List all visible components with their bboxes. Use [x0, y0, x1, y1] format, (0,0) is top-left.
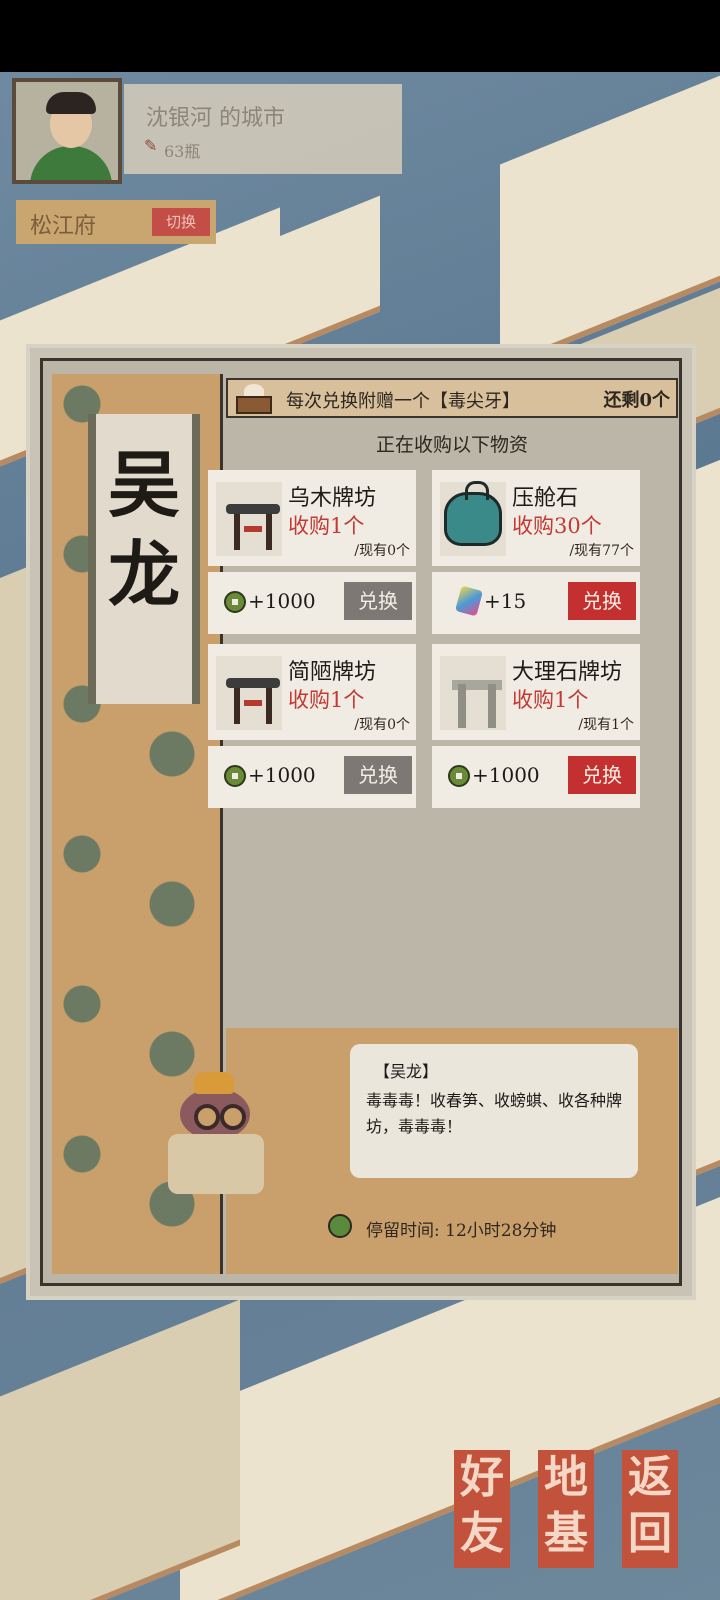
region-bar: 松江府 切换 [16, 200, 216, 244]
item-have: /现有0个 [354, 543, 410, 559]
stay-duration: 12小时28分钟 [445, 1221, 557, 1241]
bonus-text: 每次兑换附赠一个【毒尖牙】 [286, 391, 520, 412]
gem-icon [455, 585, 483, 617]
speaker-name: 【吴龙】 [374, 1062, 439, 1081]
speech-text: 毒毒毒！收春笋、收螃蜞、收各种牌坊，毒毒毒！ [366, 1091, 623, 1136]
player-card[interactable]: 沈银河 的城市 ✎ 63瓶 [12, 78, 402, 184]
simple-archway-icon [216, 656, 282, 730]
ballast-stone-icon [440, 481, 506, 556]
item-need: 收购1个 [512, 688, 589, 712]
item-have: /现有0个 [354, 717, 410, 733]
bonus-header: 每次兑换附赠一个【毒尖牙】 还剩0个 [226, 378, 678, 418]
region-name: 松江府 [30, 214, 97, 239]
fang-chest-icon [234, 382, 274, 414]
merchant-name-banner: 吴龙 [88, 414, 200, 704]
trade-card: 大理石牌坊 收购1个 /现有1个 +1000 兑换 [432, 644, 640, 808]
reward-amount: +1000 [472, 763, 540, 787]
resource-count: 63瓶 [164, 142, 201, 161]
copper-coin-icon [224, 591, 246, 613]
copper-coin-icon [224, 765, 246, 787]
item-name: 简陋牌坊 [288, 660, 377, 685]
bonus-remaining: 还剩0个 [603, 390, 670, 411]
ebony-archway-icon [216, 482, 282, 556]
reward-amount: +1000 [248, 763, 316, 787]
exchange-button[interactable]: 兑换 [568, 582, 636, 620]
marble-archway-icon [440, 656, 506, 730]
speech-bubble: 【吴龙】 毒毒毒！收春笋、收螃蜞、收各种牌坊，毒毒毒！ [350, 1044, 638, 1178]
merchant-panel: 吴龙 每次兑换附赠一个【毒尖牙】 还剩0个 正在收购以下物资 乌木牌坊 收购1个… [30, 348, 692, 1296]
item-have: /现有77个 [569, 543, 634, 559]
reward-amount: +15 [484, 589, 527, 613]
trade-card: 压舱石 收购30个 /现有77个 +15 兑换 [432, 470, 640, 634]
exchange-button[interactable]: 兑换 [344, 582, 412, 620]
avatar[interactable] [12, 78, 122, 184]
brush-icon: ✎ [144, 136, 158, 155]
exchange-button[interactable]: 兑换 [344, 756, 412, 794]
trade-card: 简陋牌坊 收购1个 /现有0个 +1000 兑换 [208, 644, 416, 808]
switch-region-button[interactable]: 切换 [152, 208, 210, 236]
stay-label: 停留时间: [366, 1221, 440, 1241]
copper-coin-icon [448, 765, 470, 787]
panel-subtitle: 正在收购以下物资 [375, 434, 528, 456]
exchange-button[interactable]: 兑换 [568, 756, 636, 794]
back-button[interactable]: 返回 [622, 1450, 678, 1568]
item-need: 收购30个 [512, 514, 602, 538]
status-bar [0, 0, 720, 72]
stay-time: 停留时间: 12小时28分钟 [332, 1216, 556, 1241]
city-name: 沈银河 的城市 [146, 106, 285, 131]
merchant-character [148, 1048, 288, 1208]
player-info: 沈银河 的城市 ✎ 63瓶 [124, 84, 402, 174]
item-have: /现有1个 [578, 717, 634, 733]
item-name: 乌木牌坊 [288, 486, 377, 511]
friends-button[interactable]: 好友 [454, 1450, 510, 1568]
map-tile [0, 1299, 240, 1600]
item-need: 收购1个 [288, 514, 365, 538]
item-name: 压舱石 [512, 486, 579, 511]
trade-card: 乌木牌坊 收购1个 /现有0个 +1000 兑换 [208, 470, 416, 634]
item-name: 大理石牌坊 [512, 660, 623, 685]
merchant-name: 吴龙 [107, 442, 180, 617]
item-need: 收购1个 [288, 688, 365, 712]
reward-amount: +1000 [248, 589, 316, 613]
base-button[interactable]: 地基 [538, 1450, 594, 1568]
